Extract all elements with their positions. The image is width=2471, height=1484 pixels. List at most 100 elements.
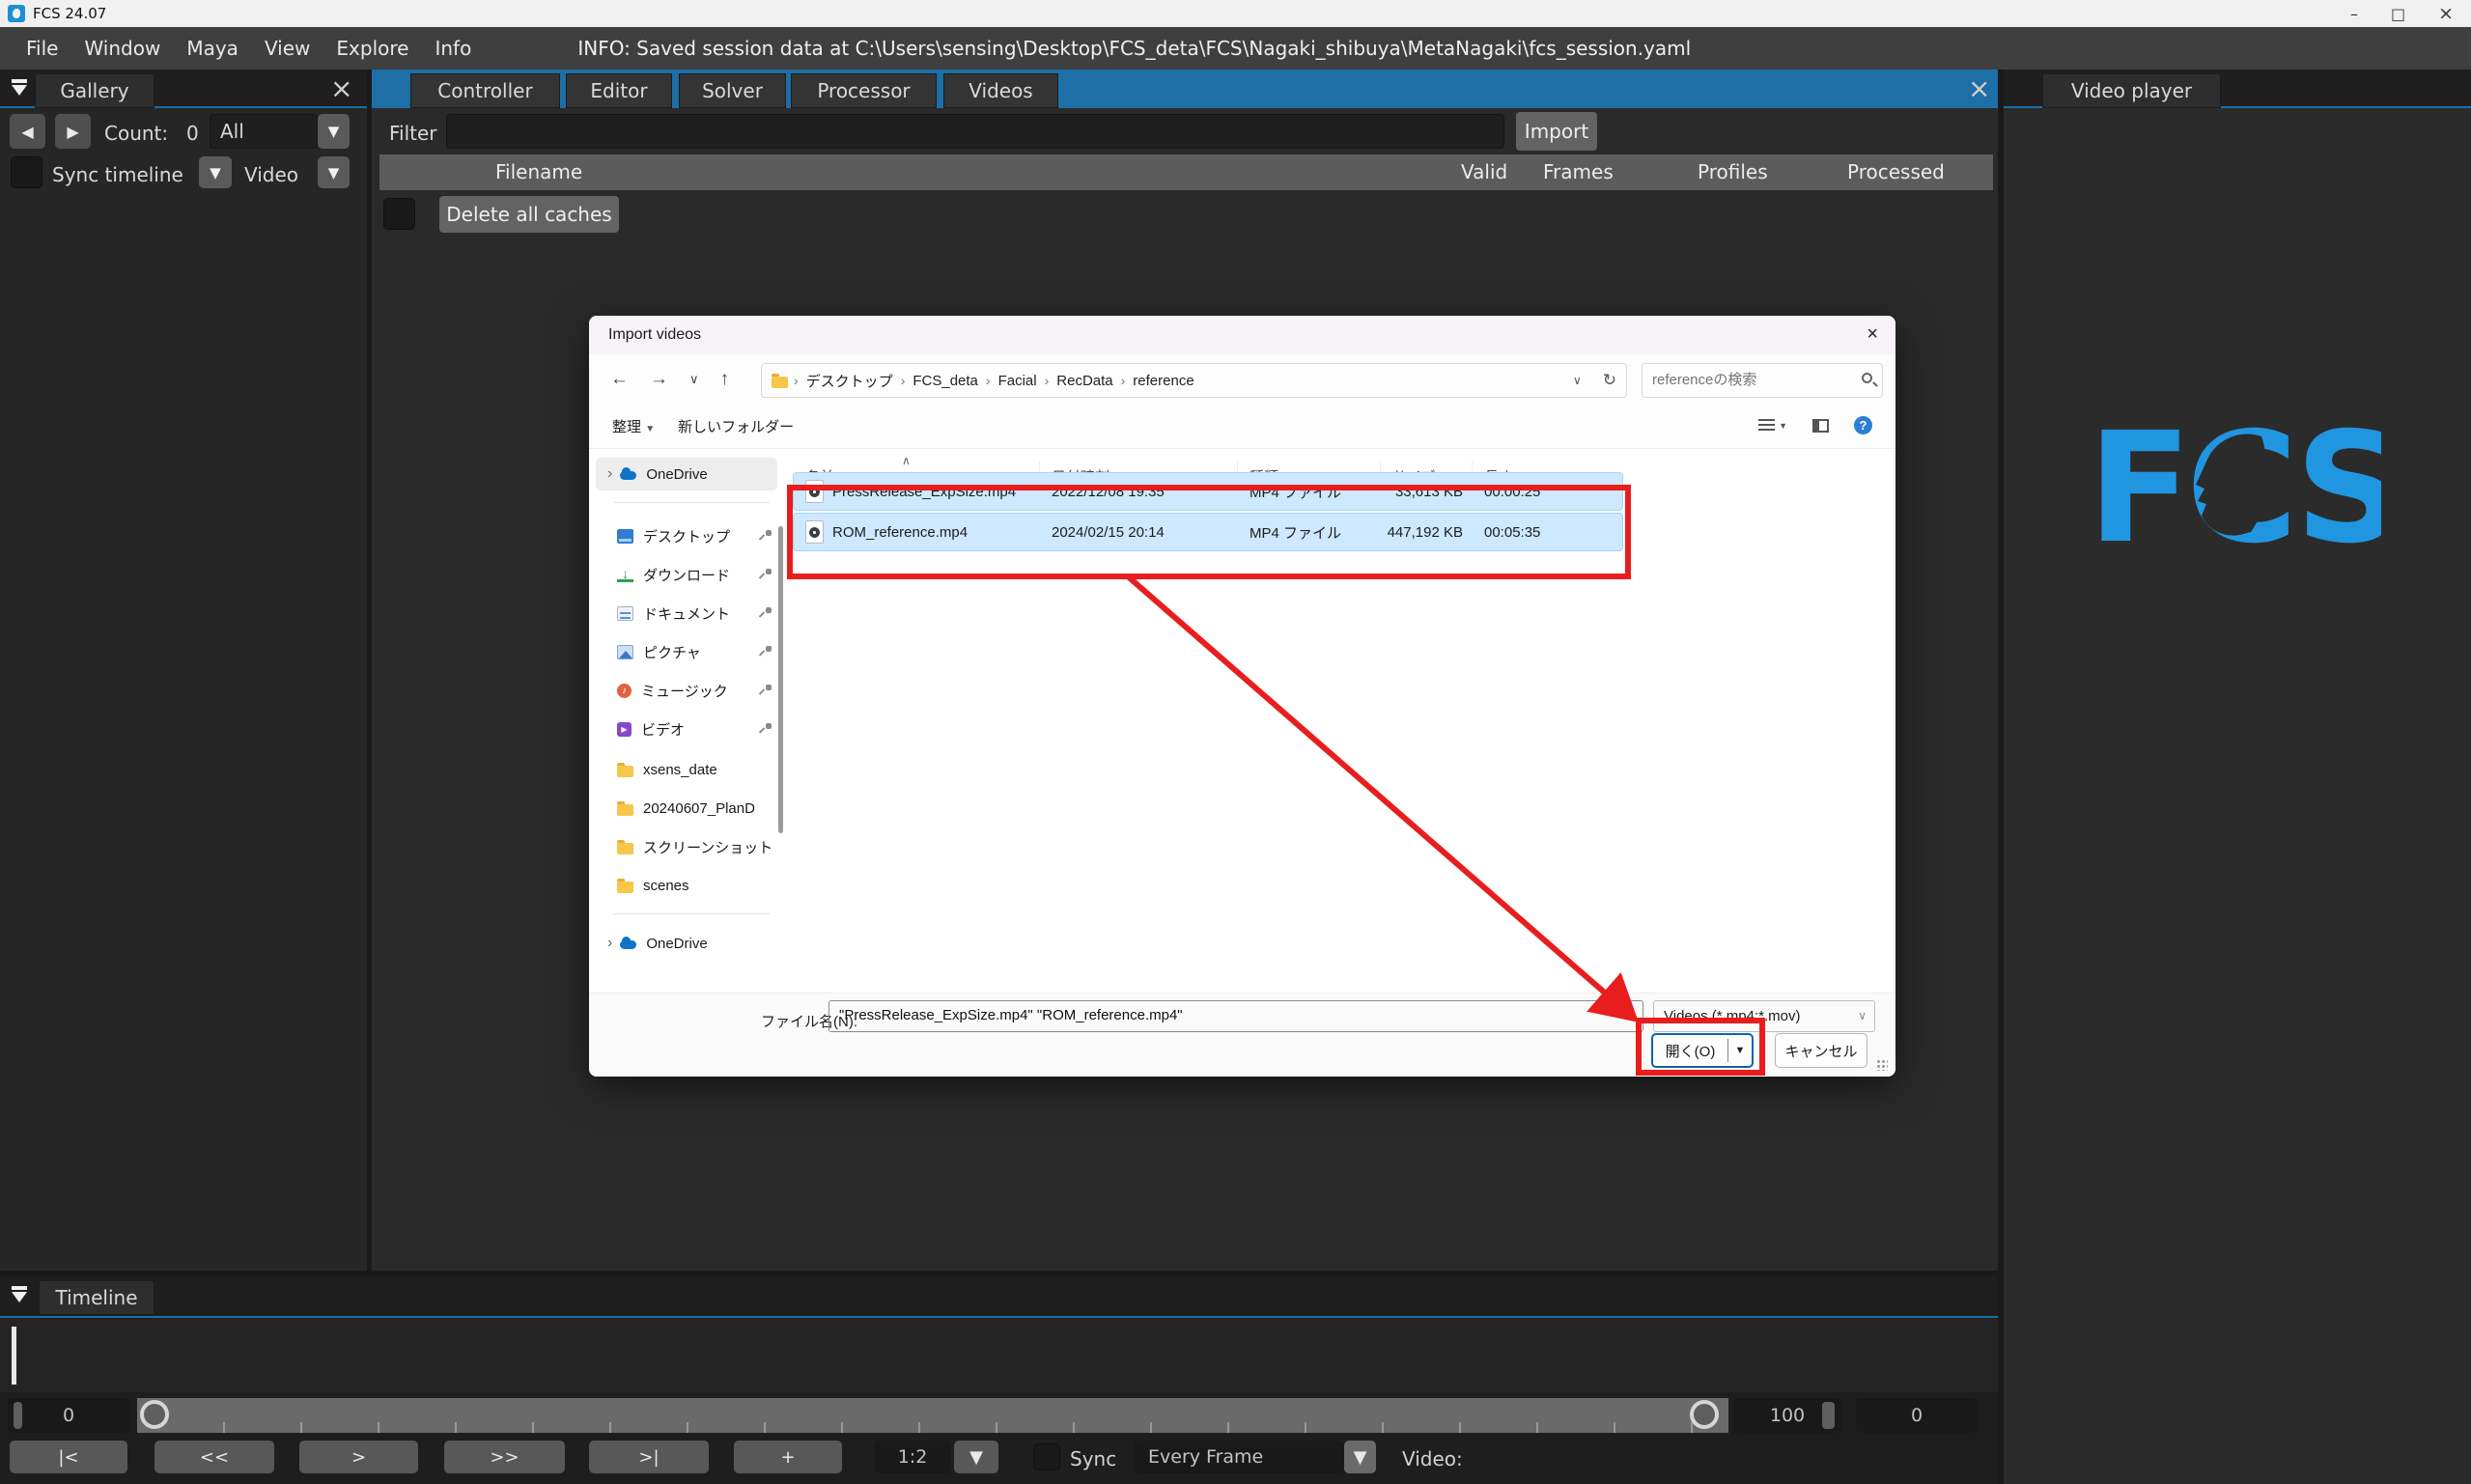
sync-timeline-dropdown-icon[interactable]: ▼ xyxy=(199,156,232,188)
nav-recent-icon[interactable]: ∨ xyxy=(689,372,699,387)
breadcrumb-segment[interactable]: FCS_deta xyxy=(913,373,978,389)
filter-input[interactable] xyxy=(446,114,1504,149)
chevron-right-icon[interactable]: › xyxy=(607,465,612,483)
open-button[interactable]: 開く(O) ▼ xyxy=(1651,1033,1754,1068)
import-button[interactable]: Import xyxy=(1516,112,1597,151)
tab-solver[interactable]: Solver xyxy=(679,73,786,108)
sidebar-item[interactable]: ↓ダウンロード xyxy=(596,558,777,591)
dialog-close-icon[interactable]: × xyxy=(1867,323,1878,346)
menu-item-view[interactable]: View xyxy=(265,37,310,60)
close-button[interactable]: × xyxy=(2438,3,2454,24)
range-end-handle[interactable] xyxy=(1690,1400,1719,1429)
timeline-start-field[interactable]: 0 xyxy=(8,1398,129,1433)
go-start-button[interactable]: |< xyxy=(10,1441,127,1473)
file-row[interactable]: PressRelease_ExpSize.mp42022/12/08 19:35… xyxy=(794,473,1622,510)
step-select[interactable]: 1:2 xyxy=(874,1441,951,1473)
breadcrumb-segment[interactable]: RecData xyxy=(1056,373,1112,389)
chevron-right-icon[interactable]: › xyxy=(607,935,612,952)
sidebar-scrollbar[interactable] xyxy=(778,526,783,833)
panel-divider[interactable] xyxy=(1998,70,2004,1484)
gallery-prev-button[interactable]: ◀ xyxy=(10,114,45,149)
delete-caches-checkbox[interactable] xyxy=(383,198,415,230)
sidebar-folder-item[interactable]: xsens_date xyxy=(596,753,777,786)
tab-editor-label: Editor xyxy=(590,79,647,102)
tab-editor[interactable]: Editor xyxy=(566,73,672,108)
sidebar-item[interactable]: ♪ミュージック xyxy=(596,674,777,707)
refresh-icon[interactable]: ↻ xyxy=(1603,371,1616,390)
resize-grip[interactable] xyxy=(1876,1059,1888,1071)
help-icon[interactable]: ? xyxy=(1854,416,1872,434)
panel-divider[interactable] xyxy=(367,70,372,1271)
sidebar-folder-item[interactable]: scenes xyxy=(596,869,777,902)
sync-timeline-checkbox[interactable] xyxy=(11,156,42,188)
sync-checkbox[interactable] xyxy=(1033,1443,1060,1470)
step-back-button[interactable]: << xyxy=(154,1441,274,1473)
menu-item-info[interactable]: Info xyxy=(435,37,471,60)
timeline-current-field[interactable]: 0 xyxy=(1856,1398,1978,1433)
breadcrumb-segment[interactable]: デスクトップ xyxy=(806,371,893,391)
gallery-close-icon[interactable]: × xyxy=(330,75,352,102)
video-mode-dropdown-icon[interactable]: ▼ xyxy=(318,156,350,188)
minimize-button[interactable]: – xyxy=(2350,5,2358,23)
menu-item-window[interactable]: Window xyxy=(84,37,160,60)
new-folder-button[interactable]: 新しいフォルダー xyxy=(678,416,794,436)
breadcrumb-dropdown-icon[interactable]: ∨ xyxy=(1573,374,1582,387)
tab-timeline[interactable]: Timeline xyxy=(39,1280,154,1315)
file-name: PressRelease_ExpSize.mp4 xyxy=(832,484,1016,500)
timeline-track[interactable] xyxy=(0,1319,1998,1392)
sidebar-folder-item[interactable]: 20240607_PlanD xyxy=(596,792,777,825)
gallery-next-button[interactable]: ▶ xyxy=(55,114,91,149)
tab-processor[interactable]: Processor xyxy=(791,73,937,108)
open-dropdown-icon[interactable]: ▼ xyxy=(1728,1045,1752,1056)
add-button[interactable]: + xyxy=(734,1441,842,1473)
sidebar-item[interactable]: デスクトップ xyxy=(596,519,777,552)
gallery-panel-menu-icon[interactable] xyxy=(10,79,31,97)
filename-field[interactable]: ∨ xyxy=(828,1000,1643,1032)
step-dropdown-icon[interactable]: ▼ xyxy=(954,1441,998,1473)
sidebar-item-onedrive[interactable]: ›OneDrive xyxy=(596,458,777,490)
nav-forward-icon[interactable]: → xyxy=(650,369,668,390)
timeline-end-field[interactable]: 100 xyxy=(1733,1398,1841,1433)
timeline-panel-menu-icon[interactable] xyxy=(10,1286,31,1303)
sidebar-item[interactable]: ▶ビデオ xyxy=(596,713,777,745)
file-type-select[interactable]: Videos (*.mp4;*.mov) ∨ xyxy=(1653,1000,1875,1032)
range-start-handle[interactable] xyxy=(140,1400,169,1429)
videos-close-icon[interactable]: × xyxy=(1968,75,1990,102)
delete-all-caches-button[interactable]: Delete all caches xyxy=(439,196,619,233)
breadcrumb-segment[interactable]: Facial xyxy=(998,373,1037,389)
preview-pane-icon[interactable] xyxy=(1812,419,1829,433)
sidebar-item[interactable]: ピクチャ xyxy=(596,635,777,668)
breadcrumb-segment[interactable]: reference xyxy=(1133,373,1193,389)
organize-menu[interactable]: 整理 ▼ xyxy=(612,416,655,436)
go-end-button[interactable]: >| xyxy=(589,1441,709,1473)
sync-mode-dropdown-icon[interactable]: ▼ xyxy=(1344,1441,1376,1473)
nav-up-icon[interactable]: ↑ xyxy=(720,369,730,390)
step-forward-button[interactable]: >> xyxy=(444,1441,565,1473)
sidebar-item[interactable]: ドキュメント xyxy=(596,597,777,630)
search-box[interactable] xyxy=(1642,363,1883,398)
filename-dropdown-icon[interactable]: ∨ xyxy=(1626,1009,1635,1022)
sidebar-item-onedrive-bottom[interactable]: ›OneDrive xyxy=(596,927,777,960)
sidebar-folder-item[interactable]: スクリーンショット xyxy=(596,830,777,863)
gallery-filter-dropdown-icon[interactable]: ▼ xyxy=(318,114,350,149)
tab-videos[interactable]: Videos xyxy=(943,73,1058,108)
cancel-button[interactable]: キャンセル xyxy=(1775,1033,1867,1068)
menu-item-explore[interactable]: Explore xyxy=(336,37,408,60)
tab-gallery[interactable]: Gallery xyxy=(35,73,154,108)
view-mode-button[interactable]: ▼ xyxy=(1758,419,1787,432)
nav-back-icon[interactable]: ← xyxy=(610,369,629,390)
tab-controller[interactable]: Controller xyxy=(410,73,560,108)
menu-item-maya[interactable]: Maya xyxy=(186,37,239,60)
menu-item-file[interactable]: File xyxy=(26,37,58,60)
filename-input[interactable] xyxy=(839,1001,1619,1029)
sync-mode-select[interactable]: Every Frame xyxy=(1135,1441,1344,1473)
search-input[interactable] xyxy=(1652,364,1845,395)
gallery-filter-select[interactable]: All xyxy=(210,114,318,149)
timeline-range-slider[interactable] xyxy=(137,1398,1728,1433)
tab-video-player[interactable]: Video player xyxy=(2042,73,2221,108)
breadcrumb[interactable]: ›デスクトップ›FCS_deta›Facial›RecData›referenc… xyxy=(761,363,1627,398)
timeline-playhead[interactable] xyxy=(12,1327,16,1385)
play-button[interactable]: > xyxy=(299,1441,418,1473)
file-row[interactable]: ROM_reference.mp42024/02/15 20:14MP4 ファイ… xyxy=(794,514,1622,550)
maximize-button[interactable]: □ xyxy=(2391,5,2405,23)
